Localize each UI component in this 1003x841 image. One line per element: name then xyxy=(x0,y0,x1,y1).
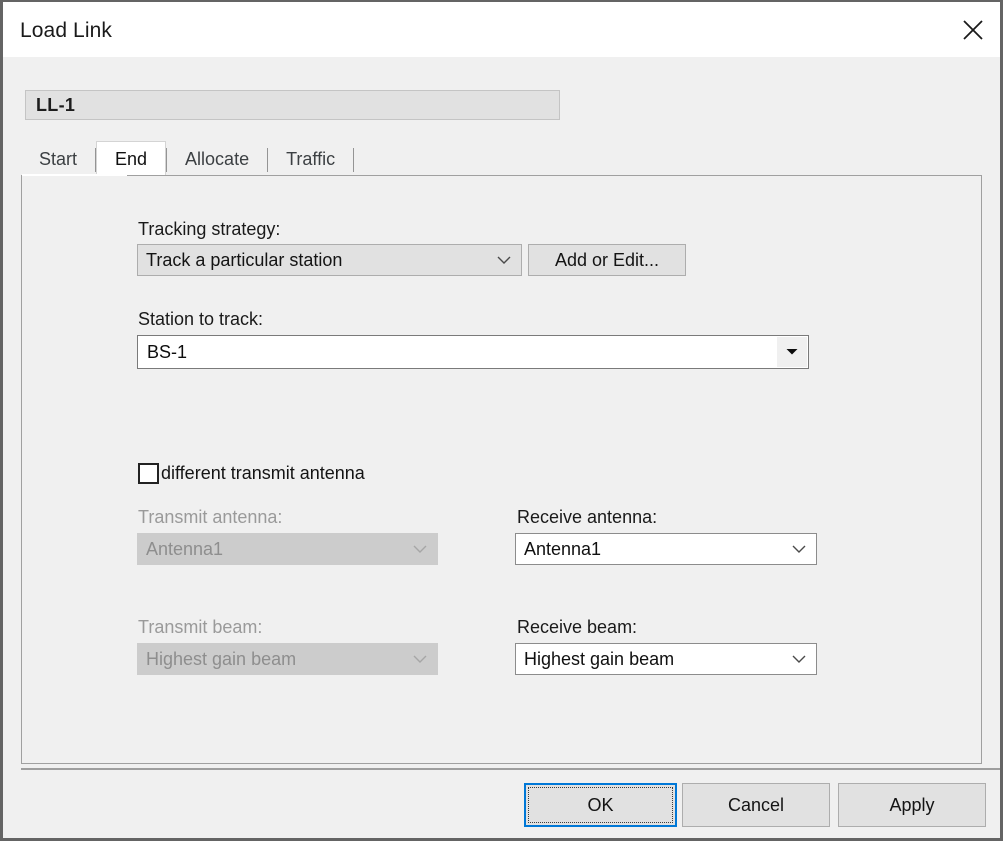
receive-antenna-value: Antenna1 xyxy=(524,538,602,559)
link-name-value: LL-1 xyxy=(36,94,76,115)
close-button[interactable] xyxy=(945,2,1000,57)
cancel-label: Cancel xyxy=(727,794,785,815)
chevron-down-icon xyxy=(403,544,437,554)
tracking-strategy-value: Track a particular station xyxy=(146,249,343,270)
link-name-field[interactable]: LL-1 xyxy=(25,90,560,120)
tab-end-label: End xyxy=(115,148,148,169)
page-title: Load Link xyxy=(20,19,112,42)
station-to-track-label: Station to track: xyxy=(138,309,264,329)
receive-beam-value: Highest gain beam xyxy=(524,648,675,669)
transmit-antenna-label: Transmit antenna: xyxy=(138,507,283,527)
tab-allocate[interactable]: Allocate xyxy=(167,143,267,176)
tab-separator xyxy=(353,148,355,172)
transmit-antenna-value: Antenna1 xyxy=(146,538,224,559)
tab-strip: Start End Allocate Traffic xyxy=(21,141,355,176)
ok-button[interactable]: OK xyxy=(524,783,677,827)
station-to-track-combobox[interactable]: BS-1 xyxy=(137,335,809,369)
dialog-body: LL-1 Start End Allocate Traffic Tracking… xyxy=(3,57,1000,838)
triangle-down-icon xyxy=(785,343,799,361)
tracking-strategy-label: Tracking strategy: xyxy=(138,219,281,239)
checkbox-box-icon xyxy=(138,463,159,484)
different-transmit-antenna-checkbox[interactable]: different transmit antenna xyxy=(138,463,365,484)
tab-start[interactable]: Start xyxy=(21,143,95,176)
transmit-beam-value: Highest gain beam xyxy=(146,648,297,669)
transmit-beam-combobox: Highest gain beam xyxy=(137,643,438,675)
receive-antenna-combobox[interactable]: Antenna1 xyxy=(515,533,817,565)
receive-beam-label: Receive beam: xyxy=(517,617,638,637)
tab-end[interactable]: End xyxy=(96,141,167,176)
combobox-dropdown-button[interactable] xyxy=(777,337,807,367)
ok-label: OK xyxy=(587,794,614,815)
add-or-edit-button[interactable]: Add or Edit... xyxy=(528,244,686,276)
tab-traffic-label: Traffic xyxy=(286,149,336,169)
apply-button[interactable]: Apply xyxy=(838,783,986,827)
load-link-dialog: Load Link LL-1 Start End Allocate Traffi… xyxy=(0,0,1003,841)
chevron-down-icon xyxy=(403,654,437,664)
receive-antenna-label: Receive antenna: xyxy=(517,507,658,527)
apply-label: Apply xyxy=(889,794,935,815)
receive-beam-combobox[interactable]: Highest gain beam xyxy=(515,643,817,675)
title-bar: Load Link xyxy=(3,2,1000,57)
tab-panel-end: Tracking strategy: Track a particular st… xyxy=(21,174,982,764)
tab-panel-top-cover xyxy=(22,174,127,176)
tab-start-label: Start xyxy=(39,149,78,169)
transmit-beam-label: Transmit beam: xyxy=(138,617,263,637)
close-icon xyxy=(960,17,986,43)
tracking-strategy-combobox[interactable]: Track a particular station xyxy=(137,244,522,276)
cancel-button[interactable]: Cancel xyxy=(682,783,830,827)
add-or-edit-label: Add or Edit... xyxy=(554,249,660,270)
tab-allocate-label: Allocate xyxy=(185,149,250,169)
station-to-track-value: BS-1 xyxy=(147,341,188,362)
chevron-down-icon xyxy=(782,544,816,554)
footer-separator xyxy=(21,768,1000,770)
transmit-antenna-combobox: Antenna1 xyxy=(137,533,438,565)
tab-traffic[interactable]: Traffic xyxy=(268,143,353,176)
chevron-down-icon xyxy=(782,654,816,664)
chevron-down-icon xyxy=(487,255,521,265)
different-transmit-antenna-label: different transmit antenna xyxy=(161,463,365,483)
